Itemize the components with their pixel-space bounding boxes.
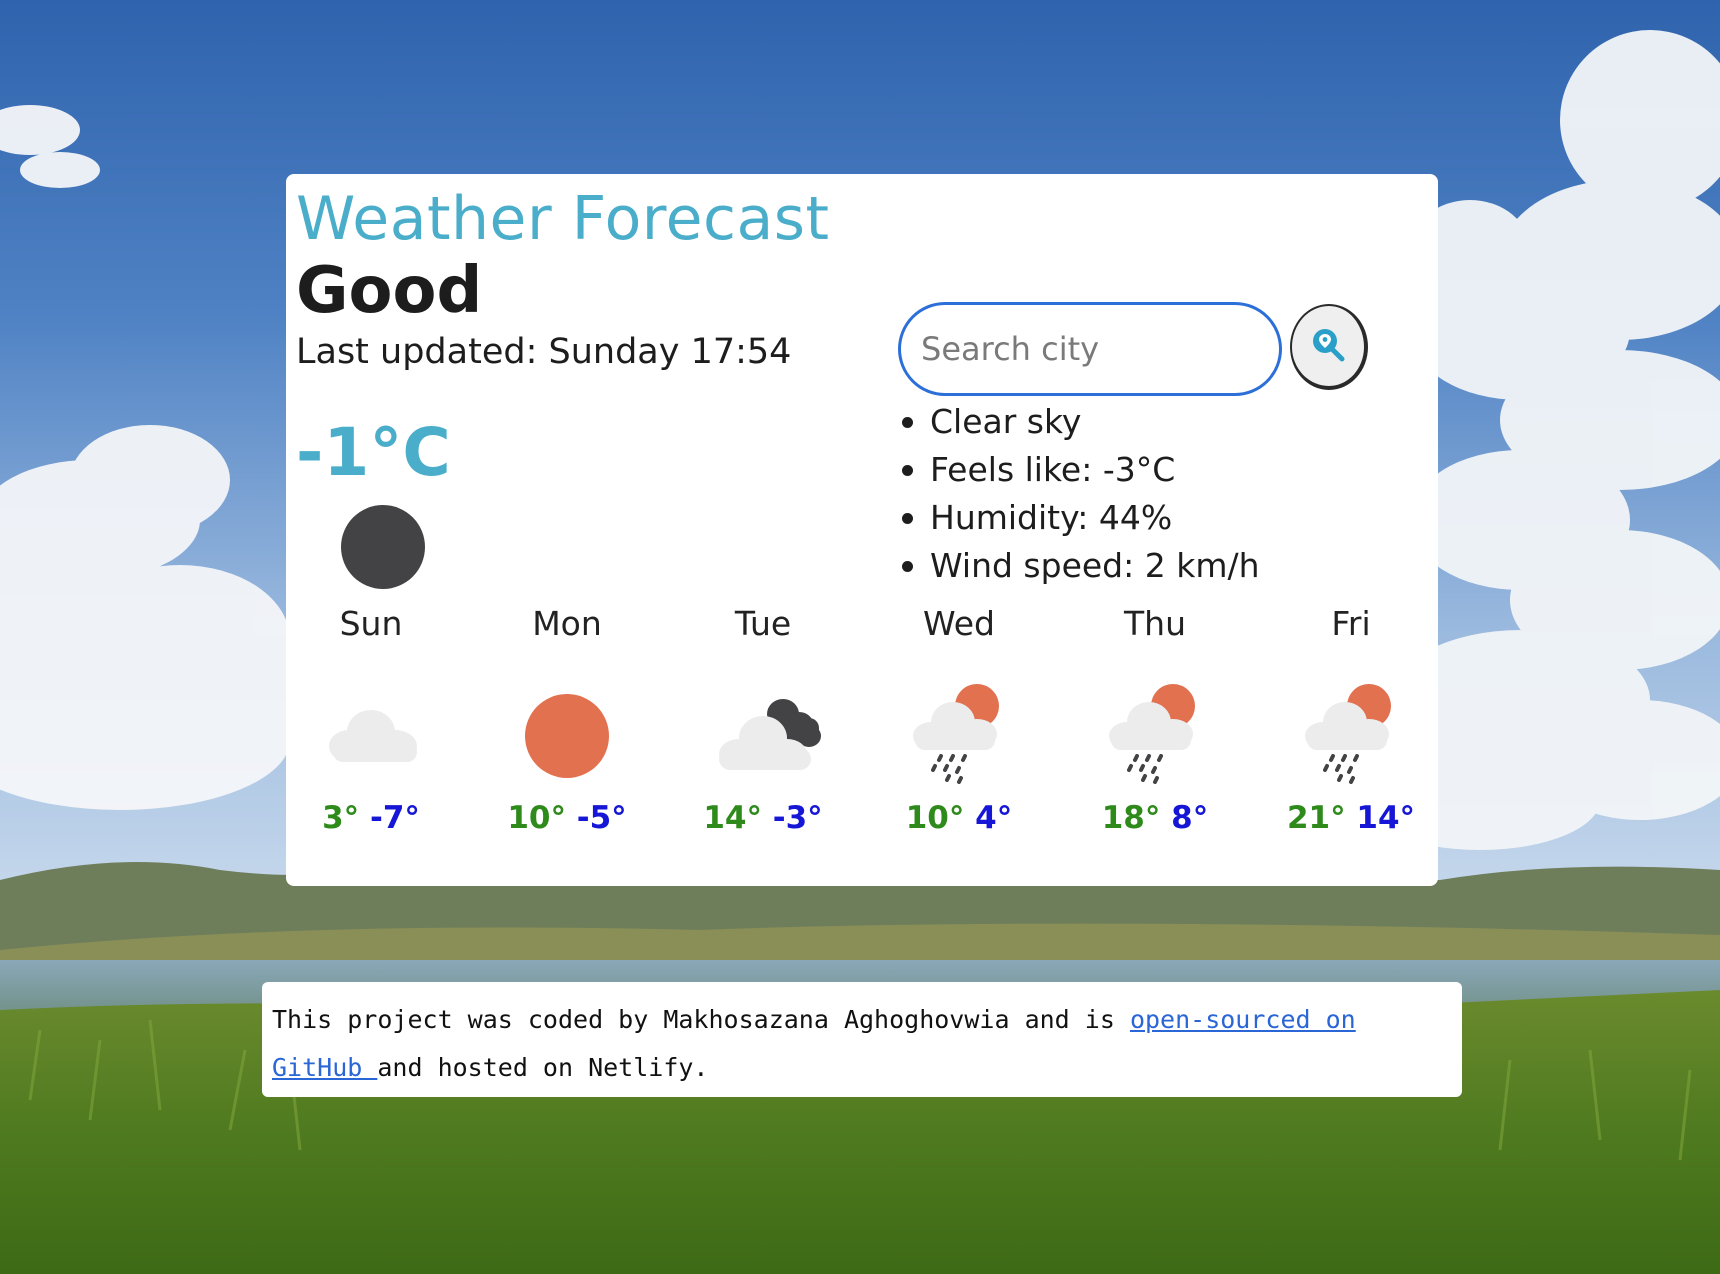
city-name: Good: [296, 254, 483, 328]
forecast-temps: 10° -5°: [492, 800, 642, 836]
app-title: Weather Forecast: [296, 184, 830, 254]
forecast-day: Wed 10° 4°: [884, 604, 1034, 874]
forecast-max: 10°: [507, 800, 566, 836]
forecast-day: Mon 10° -5°: [492, 604, 642, 874]
forecast-temps: 18° 8°: [1080, 800, 1230, 836]
detail-wind-speed: Wind speed: 2 km/h: [898, 542, 1260, 590]
search-button[interactable]: [1290, 304, 1368, 390]
forecast-day-name: Thu: [1124, 604, 1186, 643]
sun-rain-icon: [909, 684, 1009, 784]
forecast-day: Fri 21° 14°: [1276, 604, 1426, 874]
cloudy-dark-icon: [713, 684, 821, 784]
forecast-max: 21°: [1286, 800, 1346, 836]
sun-rain-icon: [1301, 684, 1401, 784]
forecast-day-name: Tue: [734, 604, 792, 643]
cloud-icon: [321, 684, 421, 784]
forecast-min: -7°: [369, 800, 420, 836]
forecast-day: Tue 14° -3°: [688, 604, 838, 874]
forecast-min: 4°: [975, 800, 1013, 836]
forecast-min: 8°: [1171, 800, 1209, 836]
forecast-min: 14°: [1356, 800, 1416, 836]
forecast-day-name: Sun: [339, 604, 403, 643]
weather-details-list: Clear sky Feels like: -3°C Humidity: 44%…: [898, 398, 1260, 590]
weather-card: Weather Forecast Good Last updated: Sund…: [286, 174, 1438, 886]
sun-rain-icon: [1105, 684, 1205, 784]
forecast-max: 10°: [905, 800, 965, 836]
search-input[interactable]: [898, 302, 1282, 396]
forecast-day-name: Mon: [532, 604, 602, 643]
detail-humidity: Humidity: 44%: [898, 494, 1260, 542]
detail-feels-like: Feels like: -3°C: [898, 446, 1260, 494]
current-temperature: -1°C: [296, 414, 451, 491]
forecast-day-name: Wed: [923, 604, 995, 643]
footer-credit: This project was coded by Makhosazana Ag…: [262, 982, 1462, 1097]
forecast-temps: 21° 14°: [1276, 800, 1426, 836]
location-search-icon: [1308, 328, 1348, 368]
footer-text-before: This project was coded by Makhosazana Ag…: [272, 1005, 1130, 1034]
detail-description: Clear sky: [898, 398, 1260, 446]
forecast-max: 18°: [1101, 800, 1161, 836]
forecast-day: Thu 18° 8°: [1080, 604, 1230, 874]
forecast-min: -5°: [576, 800, 627, 836]
forecast-max: 14°: [703, 800, 762, 836]
footer-text-after: and hosted on Netlify.: [377, 1053, 709, 1082]
forecast-row: Sun 3° -7° Mon 10° -5° Tue 14° -3° Wed 1…: [286, 604, 1438, 884]
forecast-day-name: Fri: [1331, 604, 1371, 643]
last-updated: Last updated: Sunday 17:54: [296, 332, 792, 372]
forecast-day: Sun 3° -7°: [296, 604, 446, 874]
forecast-min: -3°: [772, 800, 823, 836]
forecast-max: 3°: [322, 800, 360, 836]
dark-circle-icon: [340, 504, 426, 590]
forecast-temps: 10° 4°: [884, 800, 1034, 836]
sun-icon: [517, 684, 617, 784]
forecast-temps: 14° -3°: [688, 800, 838, 836]
forecast-temps: 3° -7°: [296, 800, 446, 836]
